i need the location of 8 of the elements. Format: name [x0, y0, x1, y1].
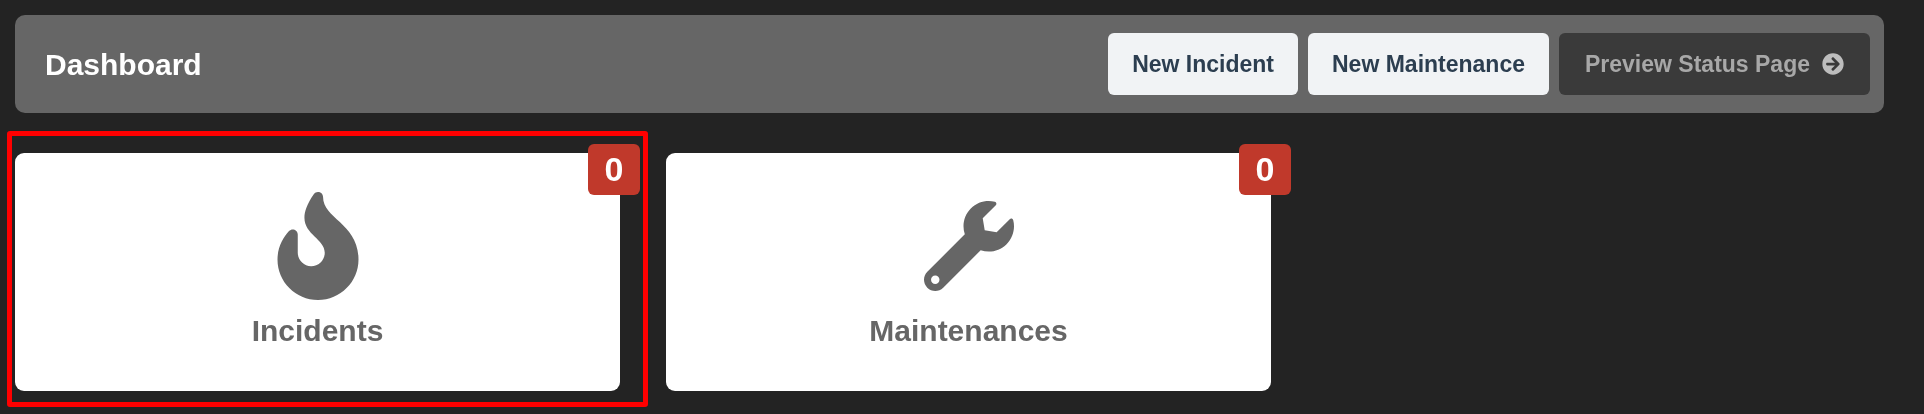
card-label: Incidents [251, 312, 384, 349]
action-button[interactable]: New Maintenance [1308, 33, 1549, 95]
action-button[interactable]: New Incident [1108, 33, 1298, 95]
card-label: Maintenances [869, 312, 1068, 349]
count-badge: 0 [1239, 144, 1291, 195]
arrow-right-icon [1822, 53, 1844, 75]
count-badge: 0 [588, 144, 640, 195]
page-title: Dashboard [45, 46, 202, 83]
